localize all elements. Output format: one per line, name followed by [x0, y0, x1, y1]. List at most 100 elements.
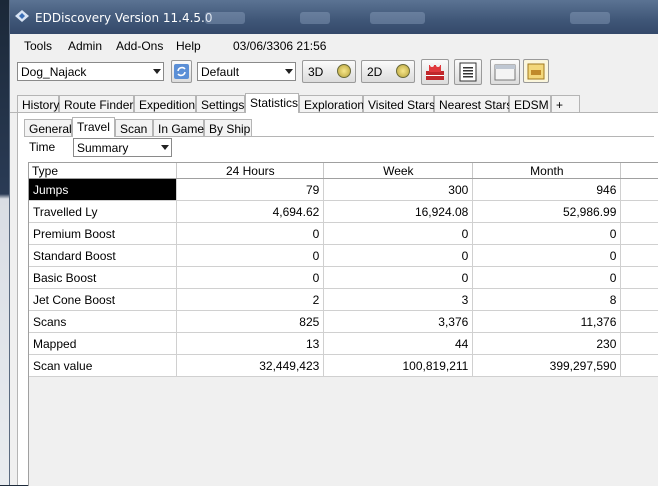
menu-addons[interactable]: Add-Ons: [116, 39, 163, 53]
subtab-general[interactable]: General: [24, 119, 72, 136]
row-type-cell[interactable]: Premium Boost: [29, 222, 178, 245]
row-extra-cell: [620, 288, 658, 311]
time-label: Time: [29, 140, 56, 154]
subtab-in-game[interactable]: In Game: [153, 119, 204, 136]
table-row[interactable]: Scan value 32,449,423 100,819,211 399,297,5…: [29, 354, 658, 377]
tab-add[interactable]: +: [551, 95, 580, 112]
cell-24h[interactable]: 79: [176, 178, 325, 201]
subtab-by-ship[interactable]: By Ship: [204, 119, 252, 136]
subtab-scan[interactable]: Scan: [115, 119, 153, 136]
commander-select[interactable]: Dog_Najack: [17, 62, 164, 81]
tab-edsm[interactable]: EDSM: [509, 95, 551, 112]
cell-month[interactable]: 0: [472, 222, 622, 245]
row-type-cell[interactable]: Jumps: [29, 178, 178, 201]
grid-body: Jumps 79 300 946 Travelled Ly 4,694.62 16,924.…: [29, 178, 658, 377]
table-row[interactable]: Jumps 79 300 946: [29, 178, 658, 201]
row-type-cell[interactable]: Travelled Ly: [29, 200, 178, 223]
popout-button[interactable]: [490, 59, 520, 85]
chevron-down-icon: [285, 69, 293, 74]
row-type-cell[interactable]: Jet Cone Boost: [29, 288, 178, 311]
cell-24h[interactable]: 4,694.62: [176, 200, 325, 223]
open-3d-map-button[interactable]: 3D: [302, 60, 356, 83]
cell-week[interactable]: 44: [323, 332, 474, 355]
calendar-icon: [527, 63, 545, 80]
cell-week[interactable]: 16,924.08: [323, 200, 474, 223]
cell-month[interactable]: 0: [472, 266, 622, 289]
column-header-week[interactable]: Week: [323, 163, 474, 179]
row-type-cell[interactable]: Scan value: [29, 354, 178, 377]
statistics-subtabs: General Travel Scan In Game By Ship: [24, 117, 654, 137]
refresh-button[interactable]: [171, 60, 192, 83]
tab-nearest-stars[interactable]: Nearest Stars: [434, 95, 512, 112]
tab-settings[interactable]: Settings: [196, 95, 245, 112]
cell-week[interactable]: 0: [323, 222, 474, 245]
tab-exploration[interactable]: Exploration: [299, 95, 364, 112]
cell-24h[interactable]: 32,449,423: [176, 354, 325, 377]
table-row[interactable]: Travelled Ly 4,694.62 16,924.08 52,986.99: [29, 200, 658, 223]
subtab-travel[interactable]: Travel: [72, 117, 115, 137]
window-popout-icon: [494, 64, 516, 81]
column-header-extra: [620, 163, 658, 179]
column-header-month[interactable]: Month: [472, 163, 622, 179]
travel-stats-grid[interactable]: Type 24 Hours Week Month Jumps 79 300 946 Tr…: [28, 162, 658, 486]
header-row: Type 24 Hours Week Month: [29, 163, 658, 179]
game-datetime: 03/06/3306 21:56: [233, 39, 327, 53]
cell-24h[interactable]: 0: [176, 244, 325, 267]
cell-month[interactable]: 399,297,590: [472, 354, 622, 377]
tab-statistics[interactable]: Statistics: [245, 93, 299, 113]
row-type-cell[interactable]: Scans: [29, 310, 178, 333]
row-type-cell[interactable]: Mapped: [29, 332, 178, 355]
row-extra-cell: [620, 200, 658, 223]
cell-24h[interactable]: 825: [176, 310, 325, 333]
cell-month[interactable]: 11,376: [472, 310, 622, 333]
cell-month[interactable]: 52,986.99: [472, 200, 622, 223]
map-profile-select[interactable]: Default: [197, 62, 296, 81]
cell-month[interactable]: 946: [472, 178, 622, 201]
background-window-blur: [570, 12, 610, 24]
tab-history[interactable]: History: [17, 95, 59, 112]
table-row[interactable]: Mapped 13 44 230: [29, 332, 658, 355]
table-row[interactable]: Premium Boost 0 0 0: [29, 222, 658, 245]
cell-24h[interactable]: 13: [176, 332, 325, 355]
notes-button[interactable]: [454, 59, 482, 85]
stats-table: Type 24 Hours Week Month Jumps 79 300 946 Tr…: [29, 163, 658, 377]
column-header-24h[interactable]: 24 Hours: [176, 163, 325, 179]
menu-tools[interactable]: Tools: [24, 39, 52, 53]
tab-expedition[interactable]: Expedition: [134, 95, 196, 112]
table-row[interactable]: Jet Cone Boost 2 3 8: [29, 288, 658, 311]
time-select[interactable]: Summary: [73, 138, 172, 157]
document-list-icon: [459, 62, 477, 82]
cell-month[interactable]: 0: [472, 244, 622, 267]
cell-24h[interactable]: 0: [176, 266, 325, 289]
3d-map-icon: [337, 64, 351, 78]
cell-week[interactable]: 0: [323, 266, 474, 289]
cell-week[interactable]: 0: [323, 244, 474, 267]
2d-label: 2D: [367, 65, 383, 79]
refresh-icon: [174, 64, 189, 79]
column-header-type[interactable]: Type: [29, 163, 178, 179]
tab-visited-stars[interactable]: Visited Stars: [363, 95, 435, 112]
cell-week[interactable]: 100,819,211: [323, 354, 474, 377]
commander-value: Dog_Najack: [21, 65, 87, 79]
cell-24h[interactable]: 2: [176, 288, 325, 311]
cell-month[interactable]: 230: [472, 332, 622, 355]
open-2d-map-button[interactable]: 2D: [361, 60, 415, 83]
row-extra-cell: [620, 244, 658, 267]
cell-week[interactable]: 3,376: [323, 310, 474, 333]
table-row[interactable]: Basic Boost 0 0 0: [29, 266, 658, 289]
tab-route-finder[interactable]: Route Finder: [59, 95, 134, 112]
menu-admin[interactable]: Admin: [68, 39, 102, 53]
row-type-cell[interactable]: Basic Boost: [29, 266, 178, 289]
cell-week[interactable]: 3: [323, 288, 474, 311]
menu-help[interactable]: Help: [176, 39, 201, 53]
cell-24h[interactable]: 0: [176, 222, 325, 245]
addons-button[interactable]: [421, 59, 449, 85]
cell-week[interactable]: 300: [323, 178, 474, 201]
table-row[interactable]: Standard Boost 0 0 0: [29, 244, 658, 267]
title-bar[interactable]: EDDiscovery Version 11.4.5.0: [10, 0, 658, 34]
row-type-cell[interactable]: Standard Boost: [29, 244, 178, 267]
date-button[interactable]: [523, 59, 549, 83]
table-row[interactable]: Scans 825 3,376 11,376: [29, 310, 658, 333]
menu-bar: Tools Admin Add-Ons Help 03/06/3306 21:5…: [10, 37, 658, 55]
cell-month[interactable]: 8: [472, 288, 622, 311]
